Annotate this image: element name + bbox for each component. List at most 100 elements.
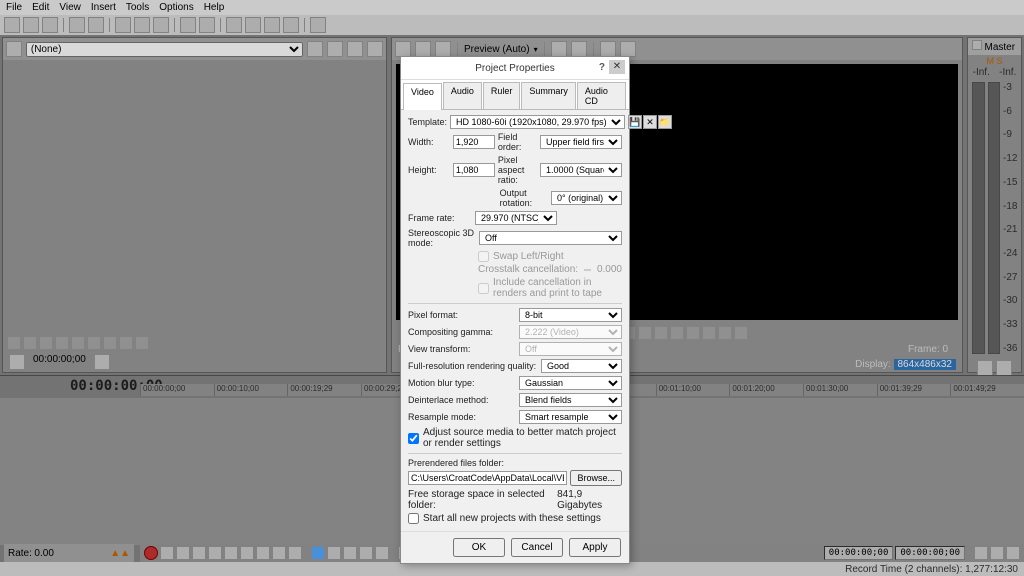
framerate-select[interactable]: 29.970 (NTSC) xyxy=(475,211,557,225)
preview-copy-icon[interactable] xyxy=(600,41,616,57)
menu-file[interactable]: File xyxy=(6,2,22,13)
pv-play-all-icon[interactable] xyxy=(638,326,652,340)
copy-icon[interactable] xyxy=(134,17,150,33)
tc-in[interactable]: 00:00:00;00 xyxy=(824,546,894,560)
bt-pause-icon[interactable] xyxy=(208,546,222,560)
paste-icon[interactable] xyxy=(153,17,169,33)
help-icon[interactable] xyxy=(310,17,326,33)
tool-shuffle-icon[interactable] xyxy=(375,546,389,560)
open-icon[interactable] xyxy=(23,17,39,33)
media-repeat-icon[interactable] xyxy=(135,336,149,350)
tool-envelope-icon[interactable] xyxy=(343,546,357,560)
preview-split-icon[interactable] xyxy=(435,41,451,57)
media-loop-icon[interactable] xyxy=(7,336,21,350)
media-views-icon[interactable] xyxy=(327,41,343,57)
tab-audio-cd[interactable]: Audio CD xyxy=(577,82,626,109)
menu-tools[interactable]: Tools xyxy=(126,2,149,13)
pv-next-icon[interactable] xyxy=(734,326,748,340)
cut-icon[interactable] xyxy=(115,17,131,33)
ripple-icon[interactable] xyxy=(245,17,261,33)
width-input[interactable] xyxy=(453,135,495,149)
pv-pause-icon[interactable] xyxy=(654,326,668,340)
fullres-select[interactable]: Good xyxy=(541,359,622,373)
render-icon[interactable] xyxy=(69,17,85,33)
cancel-button[interactable]: Cancel xyxy=(511,538,563,557)
meter-left[interactable] xyxy=(972,82,985,354)
master-dim-icon[interactable] xyxy=(977,360,993,376)
tool-edit-icon[interactable] xyxy=(311,546,325,560)
preview-safe-icon[interactable] xyxy=(571,41,587,57)
media-tc-icon[interactable] xyxy=(9,354,25,370)
template-save-icon[interactable]: 💾 xyxy=(628,115,642,129)
tool-zoom-icon[interactable] xyxy=(359,546,373,560)
zoom-in-icon[interactable] xyxy=(974,546,988,560)
browse-button[interactable]: Browse... xyxy=(570,470,622,486)
bt-play-icon[interactable] xyxy=(192,546,206,560)
template-delete-icon[interactable]: ✕ xyxy=(643,115,657,129)
preview-overlays-icon[interactable] xyxy=(551,41,567,57)
tab-video[interactable]: Video xyxy=(403,83,442,110)
deint-select[interactable]: Blend fields xyxy=(519,393,622,407)
field-order-select[interactable]: Upper field first xyxy=(540,135,622,149)
s3d-select[interactable]: Off xyxy=(479,231,622,245)
pv-end-icon[interactable] xyxy=(702,326,716,340)
pv-start-icon[interactable] xyxy=(686,326,700,340)
menu-edit[interactable]: Edit xyxy=(32,2,49,13)
tc-out[interactable]: 00:00:00;00 xyxy=(895,546,965,560)
tab-audio[interactable]: Audio xyxy=(443,82,482,109)
bt-play-start-icon[interactable] xyxy=(176,546,190,560)
master-lock-icon[interactable] xyxy=(996,360,1012,376)
media-pause-icon[interactable] xyxy=(39,336,53,350)
media-trim-icon[interactable] xyxy=(94,354,110,370)
menu-view[interactable]: View xyxy=(59,2,81,13)
resample-select[interactable]: Smart resample xyxy=(519,410,622,424)
prerender-path-input[interactable] xyxy=(408,471,567,485)
dialog-titlebar[interactable]: Project Properties ? ✕ xyxy=(401,57,629,80)
new-icon[interactable] xyxy=(4,17,20,33)
menu-options[interactable]: Options xyxy=(159,2,193,13)
media-back-icon[interactable] xyxy=(6,41,22,57)
media-stop-icon[interactable] xyxy=(55,336,69,350)
adjust-media-checkbox[interactable] xyxy=(408,433,419,444)
rotation-select[interactable]: 0° (original) xyxy=(551,191,622,205)
media-source-select[interactable]: (None) xyxy=(26,42,304,57)
preview-ext-icon[interactable] xyxy=(395,41,411,57)
record-button[interactable] xyxy=(144,546,158,560)
meter-right[interactable] xyxy=(988,82,1001,354)
bt-start-icon[interactable] xyxy=(240,546,254,560)
menu-help[interactable]: Help xyxy=(204,2,225,13)
height-input[interactable] xyxy=(453,163,495,177)
bt-loop-icon[interactable] xyxy=(160,546,174,560)
ok-button[interactable]: OK xyxy=(453,538,505,557)
dialog-close-icon[interactable]: ✕ xyxy=(609,60,625,74)
zoom-out-icon[interactable] xyxy=(990,546,1004,560)
pv-prev-icon[interactable] xyxy=(718,326,732,340)
preview-fx-icon[interactable] xyxy=(415,41,431,57)
bt-next-icon[interactable] xyxy=(288,546,302,560)
menu-insert[interactable]: Insert xyxy=(91,2,116,13)
preview-save-icon[interactable] xyxy=(620,41,636,57)
save-icon[interactable] xyxy=(42,17,58,33)
tab-ruler[interactable]: Ruler xyxy=(483,82,521,109)
media-end-icon[interactable] xyxy=(87,336,101,350)
tool-select-icon[interactable] xyxy=(327,546,341,560)
media-prev-icon[interactable] xyxy=(103,336,117,350)
master-mute-solo[interactable]: M S xyxy=(968,55,1021,67)
snap-icon[interactable] xyxy=(226,17,242,33)
media-props-icon[interactable] xyxy=(367,41,383,57)
template-match-icon[interactable]: 📁 xyxy=(658,115,672,129)
bt-end-icon[interactable] xyxy=(256,546,270,560)
apply-button[interactable]: Apply xyxy=(569,538,621,557)
mblur-select[interactable]: Gaussian xyxy=(519,376,622,390)
tab-summary[interactable]: Summary xyxy=(521,82,576,109)
lock-icon[interactable] xyxy=(283,17,299,33)
media-start-icon[interactable] xyxy=(71,336,85,350)
media-delete-icon[interactable] xyxy=(347,41,363,57)
bt-stop-icon[interactable] xyxy=(224,546,238,560)
media-next-icon[interactable] xyxy=(119,336,133,350)
par-select[interactable]: 1.0000 (Square) xyxy=(540,163,622,177)
redo-icon[interactable] xyxy=(199,17,215,33)
master-menu-icon[interactable] xyxy=(972,40,982,50)
properties-icon[interactable] xyxy=(88,17,104,33)
zoom-fit-icon[interactable] xyxy=(1006,546,1020,560)
